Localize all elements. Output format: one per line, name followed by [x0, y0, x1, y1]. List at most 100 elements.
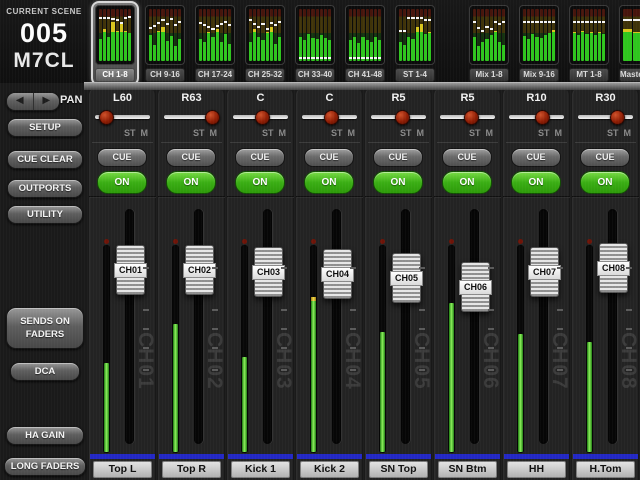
pan-slider[interactable] [231, 108, 290, 126]
on-button[interactable]: ON [304, 171, 354, 194]
bank-label: CH 1-8 [95, 68, 135, 82]
setup-button[interactable]: SETUP [7, 118, 83, 137]
navigator-block-ch-25-32[interactable]: CH 25-32 [241, 1, 289, 86]
on-button[interactable]: ON [166, 171, 216, 194]
utility-button[interactable]: UTILITY [7, 205, 83, 224]
navigator-block-master[interactable]: Master [615, 1, 640, 86]
navigator-block-ch-17-24[interactable]: CH 17-24 [191, 1, 239, 86]
sends-on-faders-button[interactable]: SENDS ON FADERS [6, 307, 84, 349]
fader-zone: CH04 CH04 [296, 196, 363, 455]
fader-cap[interactable]: CH01 [116, 245, 145, 295]
pan-mode-label: PAN [60, 94, 82, 106]
fader-scale-tick [488, 267, 494, 269]
cue-button[interactable]: CUE [511, 148, 561, 167]
pan-slider[interactable] [507, 108, 566, 126]
channel-color-bar [228, 454, 293, 459]
navigator-block-ch-9-16[interactable]: CH 9-16 [141, 1, 189, 86]
on-button[interactable]: ON [580, 171, 630, 194]
fader-cap-label: CH02 [183, 263, 216, 278]
fader-cap[interactable]: CH07 [530, 247, 559, 297]
bank-fader-mark [477, 27, 480, 29]
pan-knob[interactable] [464, 110, 479, 125]
on-button[interactable]: ON [97, 171, 147, 194]
pan-next-arrow-icon[interactable]: ▶ [34, 93, 60, 110]
pan-slider[interactable] [162, 108, 221, 126]
dca-button[interactable]: DCA [10, 362, 80, 381]
channel-name[interactable]: Kick 1 [231, 461, 290, 478]
pan-mode-switcher: ◀ ▶ [6, 92, 60, 111]
fader-cap[interactable]: CH04 [323, 249, 352, 299]
on-button[interactable]: ON [235, 171, 285, 194]
meter-fill [449, 303, 454, 452]
fader-scale-tick [143, 369, 149, 371]
navigator-block-ch-33-40[interactable]: CH 33-40 [291, 1, 339, 86]
cue-button[interactable]: CUE [580, 148, 630, 167]
on-button[interactable]: ON [511, 171, 561, 194]
bank-fader-mark [411, 17, 414, 19]
bank-meter-bar [220, 9, 223, 61]
pan-knob[interactable] [395, 110, 410, 125]
pan-slider[interactable] [300, 108, 359, 126]
fader-zone: CH08 CH08 [572, 196, 639, 455]
ha-gain-button[interactable]: HA GAIN [6, 426, 84, 445]
bank-fader-mark [403, 30, 406, 32]
navigator-block-mix-1-8[interactable]: Mix 1-8 [465, 1, 513, 86]
pan-prev-arrow-icon[interactable]: ◀ [7, 93, 34, 110]
pan-slider[interactable] [369, 108, 428, 126]
navigator-block-mix-9-16[interactable]: Mix 9-16 [515, 1, 563, 86]
channel-name[interactable]: SN Top [369, 461, 428, 478]
pan-knob[interactable] [324, 110, 339, 125]
fader-track[interactable] [539, 209, 548, 444]
navigator-block-ch-1-8[interactable]: CH 1-8 [91, 1, 139, 86]
cue-clear-button[interactable]: CUE CLEAR [7, 150, 83, 169]
on-button[interactable]: ON [442, 171, 492, 194]
pan-slider[interactable] [576, 108, 635, 126]
bank-fader-mark [416, 17, 419, 19]
current-scene-panel[interactable]: CURRENT SCENE 005 M7CL [0, 0, 88, 83]
pan-value: C [227, 92, 294, 104]
navigator-block-mt-1-8[interactable]: MT 1-8 [565, 1, 613, 86]
bank-fader-mark [266, 28, 269, 30]
channel-name[interactable]: HH [507, 461, 566, 478]
fader-track[interactable] [401, 209, 410, 444]
fader-cap[interactable]: CH02 [185, 245, 214, 295]
pan-knob[interactable] [610, 110, 625, 125]
cue-button[interactable]: CUE [304, 148, 354, 167]
fader-scale-tick [143, 347, 149, 349]
channel-name[interactable]: H.Tom [576, 461, 635, 478]
channel-watermark: CH05 [411, 332, 432, 457]
bank-meter-bar [544, 9, 547, 61]
fader-cap[interactable]: CH05 [392, 253, 421, 303]
outports-button[interactable]: OUTPORTS [7, 179, 83, 198]
channel-strip-ch06: R5 STM CUE ON CH06 CH06 SN Btm [434, 89, 501, 480]
cue-button[interactable]: CUE [166, 148, 216, 167]
fader-cap[interactable]: CH06 [461, 262, 490, 312]
fader-track[interactable] [332, 209, 341, 444]
cue-button[interactable]: CUE [373, 148, 423, 167]
meter-peak-tip [311, 297, 316, 301]
pan-knob[interactable] [535, 110, 550, 125]
pan-slider[interactable] [438, 108, 497, 126]
cue-button[interactable]: CUE [442, 148, 492, 167]
navigator-block-ch-41-48[interactable]: CH 41-48 [341, 1, 389, 86]
channel-name[interactable]: Top R [162, 461, 221, 478]
pan-knob[interactable] [205, 110, 220, 125]
fader-track[interactable] [470, 209, 479, 444]
pan-knob[interactable] [99, 110, 114, 125]
on-button[interactable]: ON [373, 171, 423, 194]
bank-fader-mark [485, 26, 488, 28]
pan-knob[interactable] [255, 110, 270, 125]
channel-name[interactable]: Kick 2 [300, 461, 359, 478]
cue-button[interactable]: CUE [235, 148, 285, 167]
bank-meter-bar [531, 9, 534, 61]
long-faders-button[interactable]: LONG FADERS [4, 457, 86, 476]
fader-cap[interactable]: CH08 [599, 243, 628, 293]
channel-name[interactable]: SN Btm [438, 461, 497, 478]
bank-fader-mark [357, 57, 360, 59]
pan-slider[interactable] [93, 108, 152, 126]
navigator-block-st-1-4[interactable]: ST 1-4 [391, 1, 439, 86]
cue-button[interactable]: CUE [97, 148, 147, 167]
channel-name[interactable]: Top L [93, 461, 152, 478]
fader-cap[interactable]: CH03 [254, 247, 283, 297]
fader-track[interactable] [263, 209, 272, 444]
